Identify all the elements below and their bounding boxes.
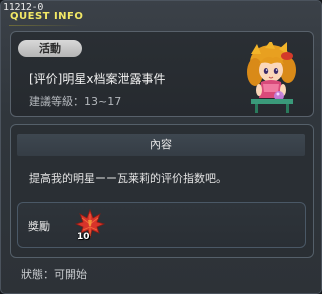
level-label: 建議等級： <box>29 95 84 108</box>
reward-quantity: 10 <box>77 232 90 242</box>
level-range: 13~17 <box>84 95 122 108</box>
reward-box: 獎勵 10 <box>17 202 306 248</box>
quest-description: 提高我的明星ーー瓦莱莉的评价指数吧。 <box>29 172 227 185</box>
quest-summary-panel: 活動 [评价]明星x档案泄露事件 建議等級：13~17 <box>10 31 314 117</box>
quest-info-window: 11212-0 QUEST INFO 活動 [评价]明星x档案泄露事件 建議等級… <box>0 0 322 294</box>
title-divider <box>9 25 81 26</box>
npc-portrait-icon <box>247 42 296 113</box>
content-header: 內容 <box>17 134 305 156</box>
reward-item[interactable]: 10 <box>74 207 106 243</box>
category-badge: 活動 <box>18 40 82 57</box>
content-panel: 內容 提高我的明星ーー瓦莱莉的评价指数吧。 獎勵 10 <box>10 124 314 258</box>
status-value: 可開始 <box>54 268 87 281</box>
window-title: QUEST INFO <box>10 11 84 22</box>
recommended-level: 建議等級：13~17 <box>29 93 121 109</box>
status-label: 狀態： <box>21 268 54 281</box>
quest-name: [评价]明星x档案泄露事件 <box>29 72 166 86</box>
quest-status: 狀態：可開始 <box>21 266 87 282</box>
reward-label: 獎勵 <box>28 220 50 233</box>
